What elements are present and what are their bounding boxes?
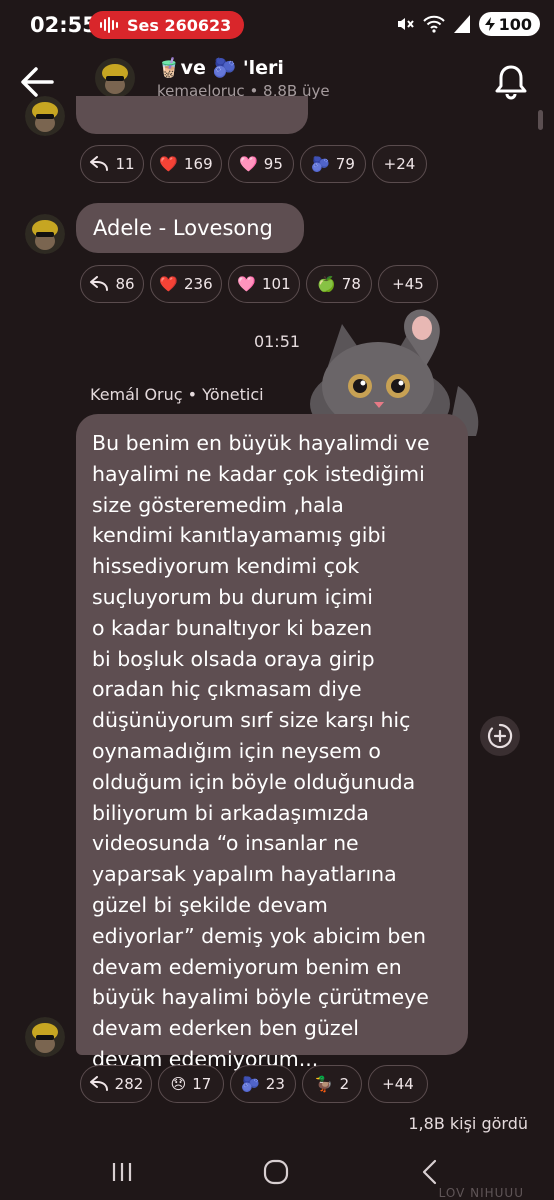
- reaction-chip[interactable]: 🩷 101: [228, 265, 300, 303]
- blueberry-icon: 🫐: [241, 1074, 260, 1093]
- home-icon[interactable]: [263, 1159, 289, 1185]
- more-reactions-chip[interactable]: +24: [372, 145, 427, 183]
- sender-avatar[interactable]: [25, 1017, 65, 1057]
- sender-avatar[interactable]: [25, 96, 65, 136]
- nav-back-icon[interactable]: [420, 1159, 440, 1185]
- battery-icon: 100: [478, 12, 540, 36]
- reaction-chip[interactable]: 🍏 78: [306, 265, 372, 303]
- green-apple-icon: 🍏: [317, 274, 336, 293]
- sender-name[interactable]: Kemál Oruç • Yönetici: [90, 385, 264, 404]
- pink-heart-icon: 🩷: [239, 154, 258, 173]
- recording-label: Ses 260623: [127, 15, 232, 35]
- reply-chip[interactable]: 86: [80, 265, 144, 303]
- more-reactions-chip[interactable]: +45: [378, 265, 438, 303]
- sender-avatar[interactable]: [25, 214, 65, 254]
- heart-icon: ❤️: [159, 154, 179, 173]
- sound-wave-icon: [99, 17, 121, 33]
- reaction-bar: 86 ❤️ 236 🩷 101 🍏 78 +45: [80, 265, 438, 303]
- recent-apps-icon[interactable]: [110, 1160, 134, 1184]
- reply-chip[interactable]: 11: [80, 145, 144, 183]
- reply-icon: [90, 156, 109, 171]
- bell-icon[interactable]: [492, 62, 530, 102]
- reaction-bar: 282 😞 17 🫐 23 🦆 2 +44: [80, 1065, 428, 1103]
- disappointed-face-icon: 😞: [170, 1074, 187, 1093]
- message-text: Bu benim en büyük hayalimdi ve hayalimi …: [92, 431, 430, 1071]
- status-time: 02:55: [30, 13, 97, 37]
- channel-title[interactable]: 🧋ve 🫐 'leri: [157, 56, 284, 79]
- reaction-chip[interactable]: 🩷 95: [228, 145, 294, 183]
- reaction-chip[interactable]: ❤️ 169: [150, 145, 222, 183]
- message-bubble[interactable]: [76, 96, 308, 134]
- pink-heart-icon: 🩷: [237, 274, 257, 293]
- add-icon: [487, 723, 513, 749]
- reply-icon: [90, 276, 109, 291]
- battery-level: 100: [498, 14, 532, 34]
- scrollbar[interactable]: [538, 110, 543, 130]
- seen-count: 1,8B kişi gördü: [408, 1114, 528, 1133]
- channel-avatar[interactable]: [95, 58, 135, 98]
- scrolled-text-peek: LOV NIHUUU: [438, 1186, 524, 1200]
- status-icons: 100: [395, 12, 540, 36]
- blueberry-icon: 🫐: [311, 154, 330, 173]
- reaction-chip[interactable]: 🦆 2: [302, 1065, 362, 1103]
- reaction-chip[interactable]: 🫐 79: [300, 145, 366, 183]
- duck-icon: 🦆: [314, 1074, 334, 1093]
- add-reaction-button[interactable]: [480, 716, 520, 756]
- mute-icon: [397, 18, 414, 30]
- message-bubble[interactable]: Adele - Lovesong: [76, 203, 304, 253]
- reply-icon: [89, 1076, 108, 1091]
- reaction-chip[interactable]: 😞 17: [158, 1065, 224, 1103]
- more-reactions-chip[interactable]: +44: [368, 1065, 428, 1103]
- message-timestamp: 01:51: [253, 332, 301, 351]
- signal-icon: [453, 15, 470, 33]
- reply-chip[interactable]: 282: [80, 1065, 152, 1103]
- message-text: Adele - Lovesong: [93, 216, 273, 240]
- heart-icon: ❤️: [159, 274, 179, 293]
- recording-indicator[interactable]: Ses 260623: [89, 11, 244, 39]
- wifi-icon: [422, 15, 445, 33]
- status-bar: 02:55 Ses 260623 100: [0, 0, 554, 52]
- reaction-chip[interactable]: ❤️ 236: [150, 265, 222, 303]
- reaction-bar: 11 ❤️ 169 🩷 95 🫐 79 +24: [80, 145, 427, 183]
- back-arrow-icon[interactable]: [18, 64, 58, 100]
- reaction-chip[interactable]: 🫐 23: [230, 1065, 296, 1103]
